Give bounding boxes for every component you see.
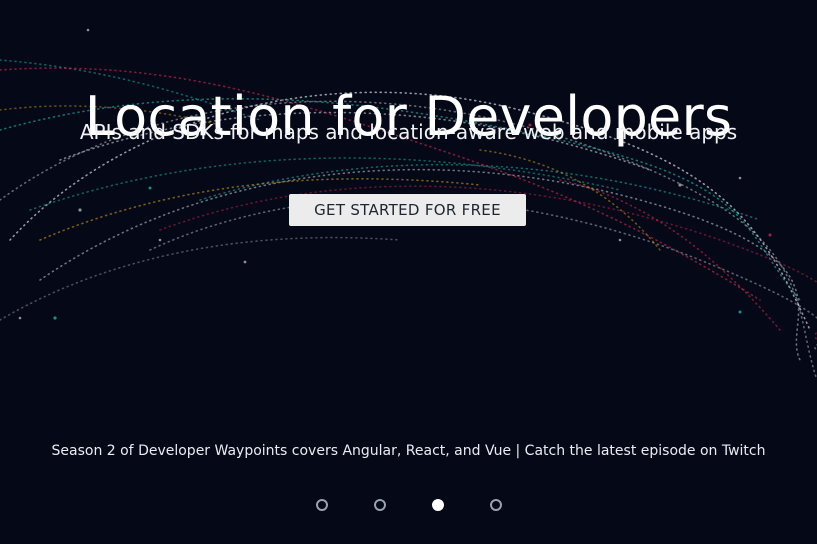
- carousel-indicators: [0, 497, 817, 513]
- carousel-dot-1[interactable]: [315, 499, 328, 511]
- hero-subtitle: APIs and SDKs for maps and location-awar…: [79, 120, 738, 144]
- get-started-button[interactable]: GET STARTED FOR FREE: [289, 194, 526, 226]
- carousel-dot-4[interactable]: [489, 499, 502, 511]
- carousel-dot-3[interactable]: [431, 499, 444, 511]
- announcement-text[interactable]: Season 2 of Developer Waypoints covers A…: [0, 440, 817, 462]
- hero-banner: Location for Developers APIs and SDKs fo…: [0, 0, 817, 544]
- carousel-dot-2[interactable]: [373, 499, 386, 511]
